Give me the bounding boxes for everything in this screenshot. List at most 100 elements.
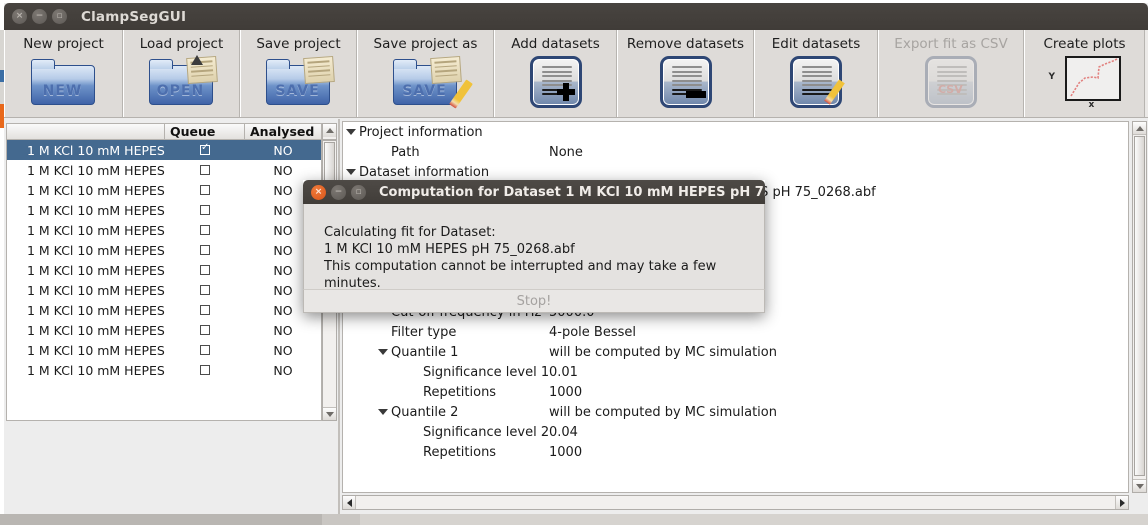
dataset-queue-checkbox[interactable] [165,365,245,375]
toolbar-button-icon: SAVE [389,54,473,110]
tree-row-key: Significance level 1 [423,364,550,380]
column-header-analysed[interactable]: Analysed [245,124,321,139]
tree-row[interactable]: Quantile 2 will be computed by MC simulat… [343,402,1128,422]
scroll-right-button[interactable] [1115,496,1128,509]
dataset-row[interactable]: 1 M KCl 10 mM HEPESNO [7,180,321,200]
toolbar-button-save-project-as[interactable]: Save project as SAVE [357,30,494,117]
checkbox-icon [200,285,210,295]
toolbar-button-label: Edit datasets [771,36,861,52]
toolbar-button-new-project[interactable]: New project NEW [4,30,123,117]
dataset-queue-checkbox[interactable] [165,185,245,195]
tree-row[interactable]: Significance level 1 0.01 [343,362,1128,382]
dialog-window-controls: × − ▫ [311,184,366,200]
dataset-row[interactable]: 1 M KCl 10 mM HEPESNO [7,200,321,220]
dataset-queue-checkbox[interactable] [165,142,245,155]
column-header-name[interactable] [7,124,165,139]
tree-row[interactable]: Path None [343,142,1128,162]
tree-row[interactable]: Significance level 2 0.04 [343,422,1128,442]
tree-row-value: 0.04 [549,424,578,440]
dataset-analysed: NO [273,322,293,338]
dialog-body: Calculating fit for Dataset: 1 M KCl 10 … [303,204,765,291]
dataset-queue-checkbox[interactable] [165,225,245,235]
scroll-down-button[interactable] [323,407,336,420]
tree-row[interactable]: Repetitions 1000 [343,442,1128,462]
checkbox-icon [200,142,210,155]
close-icon[interactable]: × [12,9,27,24]
chevron-up-icon [1135,125,1144,131]
folder-save-icon: SAVE [262,55,336,107]
tree-expander[interactable] [375,409,391,415]
dataset-queue-checkbox[interactable] [165,325,245,335]
toolbar-button-remove-datasets[interactable]: Remove datasets [617,30,754,117]
scroll-down-button[interactable] [1133,479,1146,492]
stop-button[interactable]: Stop! [517,294,552,309]
toolbar-button-edit-datasets[interactable]: Edit datasets [754,30,878,117]
tree-row[interactable]: Repetitions 1000 [343,382,1128,402]
toolbar-button-icon: Yx [1047,54,1123,110]
dataset-row[interactable]: 1 M KCl 10 mM HEPESNO [7,160,321,180]
dataset-name: 1 M KCl 10 mM HEPES [27,342,165,358]
tree-row[interactable]: Project information [343,122,1128,142]
tree-horizontal-scrollbar[interactable] [342,495,1129,510]
dataset-queue-checkbox[interactable] [165,345,245,355]
tree-expander[interactable] [375,349,391,355]
toolbar-button-icon [659,54,712,110]
dialog-message-line3: This computation cannot be interrupted a… [324,259,717,291]
tree-row[interactable]: Filter type 4-pole Bessel [343,322,1128,342]
dataset-queue-checkbox[interactable] [165,285,245,295]
scrollbar-thumb[interactable] [1134,136,1145,476]
column-header-queue[interactable]: Queue [165,124,245,139]
maximize-icon[interactable]: ▫ [351,184,366,200]
dataset-name: 1 M KCl 10 mM HEPES [27,302,165,318]
scroll-left-button[interactable] [343,496,356,509]
dataset-row[interactable]: 1 M KCl 10 mM HEPESNO [7,340,321,360]
tree-expander[interactable] [343,129,359,135]
toolbar-button-icon [529,54,582,110]
dataset-queue-checkbox[interactable] [165,205,245,215]
toolbar-button-create-plots[interactable]: Create plots Yx [1024,30,1145,117]
dataset-row[interactable]: 1 M KCl 10 mM HEPESNO [7,140,321,160]
checkbox-icon [200,265,210,275]
dataset-queue-checkbox[interactable] [165,165,245,175]
minimize-icon[interactable]: − [32,9,47,24]
window-titlebar: × − ▫ ClampSegGUI [4,3,1148,30]
dataset-name: 1 M KCl 10 mM HEPES [27,322,165,338]
dataset-row[interactable]: 1 M KCl 10 mM HEPESNO [7,300,321,320]
checkbox-icon [200,365,210,375]
list-header-scroll-up[interactable] [322,123,337,140]
tree-row[interactable]: Dataset information [343,162,1128,182]
dataset-row[interactable]: 1 M KCl 10 mM HEPES NO [7,320,321,340]
tree-row-key: Dataset information [359,164,490,180]
document-edit-icon [790,56,845,108]
close-icon[interactable]: × [311,184,326,200]
toolbar-button-add-datasets[interactable]: Add datasets [494,30,617,117]
toolbar-button-save-project[interactable]: Save project SAVE [240,30,357,117]
dataset-name: 1 M KCl 10 mM HEPES [27,362,165,378]
dataset-row[interactable]: 1 M KCl 10 mM HEPESNO [7,220,321,240]
checkbox-icon [200,305,210,315]
dataset-row[interactable]: 1 M KCl 10 mM HEPESNO [7,260,321,280]
dataset-queue-checkbox[interactable] [165,305,245,315]
dataset-list-header: Queue Analysed [6,123,322,140]
checkbox-icon [200,225,210,235]
tree-row[interactable]: Quantile 1 will be computed by MC simulat… [343,342,1128,362]
dataset-list[interactable]: 1 M KCl 10 mM HEPES NO 1 M KCl 10 mM HEPES… [6,140,322,421]
dataset-queue-checkbox[interactable] [165,245,245,255]
toolbar-button-label: Add datasets [511,36,600,52]
plot-icon: Yx [1047,56,1123,110]
tree-expander[interactable] [343,169,359,175]
desktop-taskbar-left [0,514,322,525]
toolbar-button-label: Create plots [1043,36,1126,52]
tree-vertical-scrollbar[interactable] [1132,121,1147,493]
datasets-pane: Queue Analysed 1 M KCl 10 mM HEPESNO1 M … [4,119,338,515]
dataset-row[interactable]: 1 M KCl 10 mM HEPESNO [7,280,321,300]
checkbox-icon [200,165,210,175]
desktop-taskbar-right [360,514,1148,525]
dataset-row[interactable]: 1 M KCl 10 mM HEPESNO [7,240,321,260]
toolbar-button-load-project[interactable]: Load project OPEN [123,30,240,117]
minimize-icon[interactable]: − [331,184,346,200]
scroll-up-button[interactable] [1133,122,1146,135]
dataset-row[interactable]: 1 M KCl 10 mM HEPESNO [7,360,321,380]
dataset-queue-checkbox[interactable] [165,265,245,275]
maximize-icon[interactable]: ▫ [52,9,67,24]
